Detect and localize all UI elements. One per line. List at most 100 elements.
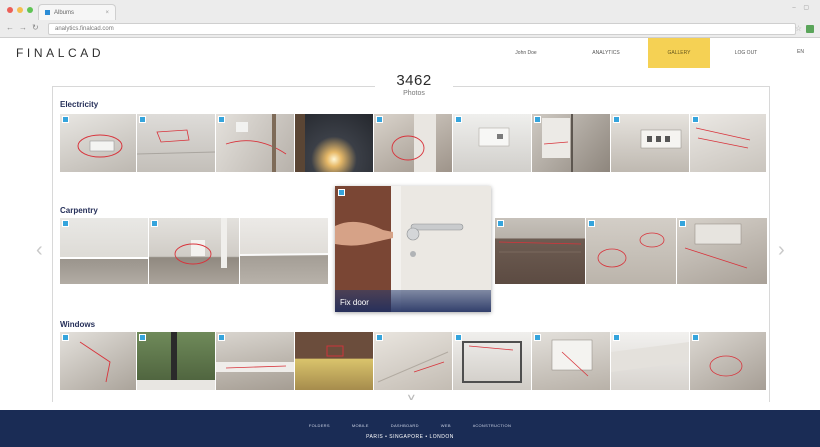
photo-tag-icon — [613, 116, 620, 123]
photo-image — [225, 114, 287, 172]
photo-thumbnail[interactable] — [611, 332, 689, 390]
carpentry-row-left — [60, 218, 328, 284]
zoom-window-icon[interactable] — [27, 7, 33, 13]
reload-icon[interactable]: ↻ — [32, 23, 39, 32]
tab-title: Albums — [54, 9, 75, 16]
photo-image — [542, 114, 573, 172]
language-selector[interactable]: EN — [797, 49, 804, 55]
photo-thumbnail[interactable] — [532, 114, 610, 172]
photo-thumbnail[interactable] — [690, 332, 766, 390]
favicon-icon — [45, 10, 50, 15]
browser-tab[interactable]: Albums × — [38, 4, 116, 20]
photo-image — [597, 232, 665, 268]
photo-image — [498, 241, 582, 253]
photo-thumbnail[interactable] — [60, 332, 136, 390]
photo-thumbnail[interactable] — [374, 332, 452, 390]
finalcad-logo[interactable]: FINALCAD — [16, 46, 104, 60]
featured-photo[interactable]: Fix door — [335, 186, 491, 312]
photo-thumbnail[interactable] — [453, 114, 531, 172]
photo-tag-icon — [376, 334, 383, 341]
photo-tag-icon — [455, 334, 462, 341]
site-header: FINALCAD John Doe ANALYTICS GALLERY LOG … — [0, 38, 820, 68]
photo-tag-icon — [376, 116, 383, 123]
chevron-right-icon[interactable]: › — [778, 240, 785, 260]
photo-tag-icon — [62, 334, 69, 341]
photo-thumbnail[interactable] — [216, 332, 294, 390]
main-nav: John Doe ANALYTICS GALLERY LOG OUT — [488, 38, 782, 68]
photo-thumbnail[interactable] — [374, 114, 452, 172]
nav-user[interactable]: John Doe — [488, 38, 564, 68]
photo-thumbnail[interactable] — [677, 218, 767, 284]
photo-image — [60, 257, 148, 259]
chevron-down-icon[interactable]: ∨ — [406, 392, 417, 403]
photo-tag-icon — [151, 220, 158, 227]
photo-thumbnail[interactable] — [495, 218, 585, 284]
photo-image — [377, 351, 449, 383]
window-resize-icon[interactable]: – ▢ — [792, 4, 812, 11]
photo-tag-icon — [218, 116, 225, 123]
window-controls — [7, 7, 33, 13]
tab-close-icon[interactable]: × — [105, 10, 109, 16]
photo-image — [695, 127, 751, 149]
photo-thumbnail[interactable] — [611, 114, 689, 172]
footer-link-mobile[interactable]: MOBILE — [352, 423, 369, 428]
photo-thumbnail[interactable] — [690, 114, 766, 172]
footer-link-web[interactable]: WEB — [441, 423, 451, 428]
photo-image — [137, 332, 215, 390]
photo-thumbnail[interactable] — [532, 332, 610, 390]
address-bar: ← → ↻ analytics.finalcad.com ☆ — [0, 20, 820, 38]
extension-icon[interactable] — [806, 25, 814, 33]
windows-row — [60, 332, 766, 390]
footer-links: FOLDERS MOBILE DASHBOARD WEB #CONSTRUCTI… — [0, 423, 820, 428]
photo-thumbnail[interactable] — [216, 114, 294, 172]
featured-photo-caption: Fix door — [335, 290, 491, 312]
browser-chrome: Albums × – ▢ ← → ↻ analytics.finalcad.co… — [0, 0, 820, 38]
photo-image — [640, 129, 682, 149]
photo-image — [684, 223, 748, 269]
nav-buttons: ← → ↻ — [6, 23, 39, 32]
photo-tag-icon — [455, 116, 462, 123]
photo-image — [295, 114, 305, 172]
photo-thumbnail[interactable] — [60, 114, 136, 172]
photo-tag-icon — [534, 116, 541, 123]
photo-thumbnail[interactable] — [60, 218, 148, 284]
photo-image — [551, 339, 593, 377]
back-icon[interactable]: ← — [6, 23, 14, 32]
photo-thumbnail[interactable] — [586, 218, 676, 284]
photo-image — [79, 341, 111, 383]
bookmark-star-icon[interactable]: ☆ — [795, 24, 802, 33]
chevron-left-icon[interactable]: ‹ — [36, 240, 43, 260]
photo-tag-icon — [534, 334, 541, 341]
photo-thumbnail[interactable] — [149, 218, 239, 284]
nav-analytics[interactable]: ANALYTICS — [564, 38, 648, 68]
footer-link-folders[interactable]: FOLDERS — [309, 423, 330, 428]
photo-tag-icon — [338, 189, 345, 196]
photo-image — [326, 345, 344, 357]
photo-thumbnail[interactable] — [137, 114, 215, 172]
photo-thumbnail[interactable] — [453, 332, 531, 390]
minimize-window-icon[interactable] — [17, 7, 23, 13]
nav-logout[interactable]: LOG OUT — [710, 38, 782, 68]
photo-image — [216, 362, 294, 372]
photo-image — [137, 129, 215, 155]
footer-link-dashboard[interactable]: DASHBOARD — [391, 423, 419, 428]
category-title-windows: Windows — [60, 320, 96, 329]
photo-image — [174, 218, 227, 268]
url-input[interactable]: analytics.finalcad.com — [48, 23, 796, 35]
photo-tag-icon — [497, 220, 504, 227]
nav-gallery[interactable]: GALLERY — [648, 38, 710, 68]
photo-tag-icon — [139, 334, 146, 341]
photo-thumbnail[interactable] — [137, 332, 215, 390]
forward-icon[interactable]: → — [19, 23, 27, 32]
photo-count-label: Photos — [403, 90, 425, 97]
photo-thumbnail[interactable] — [295, 114, 373, 172]
close-window-icon[interactable] — [7, 7, 13, 13]
tab-bar: Albums × – ▢ — [0, 0, 820, 20]
photo-tag-icon — [62, 220, 69, 227]
photo-tag-icon — [692, 116, 699, 123]
photo-thumbnail[interactable] — [240, 218, 328, 284]
photo-tag-icon — [692, 334, 699, 341]
photo-thumbnail[interactable] — [295, 332, 373, 390]
photo-image — [462, 341, 522, 383]
footer-link-construction[interactable]: #CONSTRUCTION — [473, 423, 511, 428]
